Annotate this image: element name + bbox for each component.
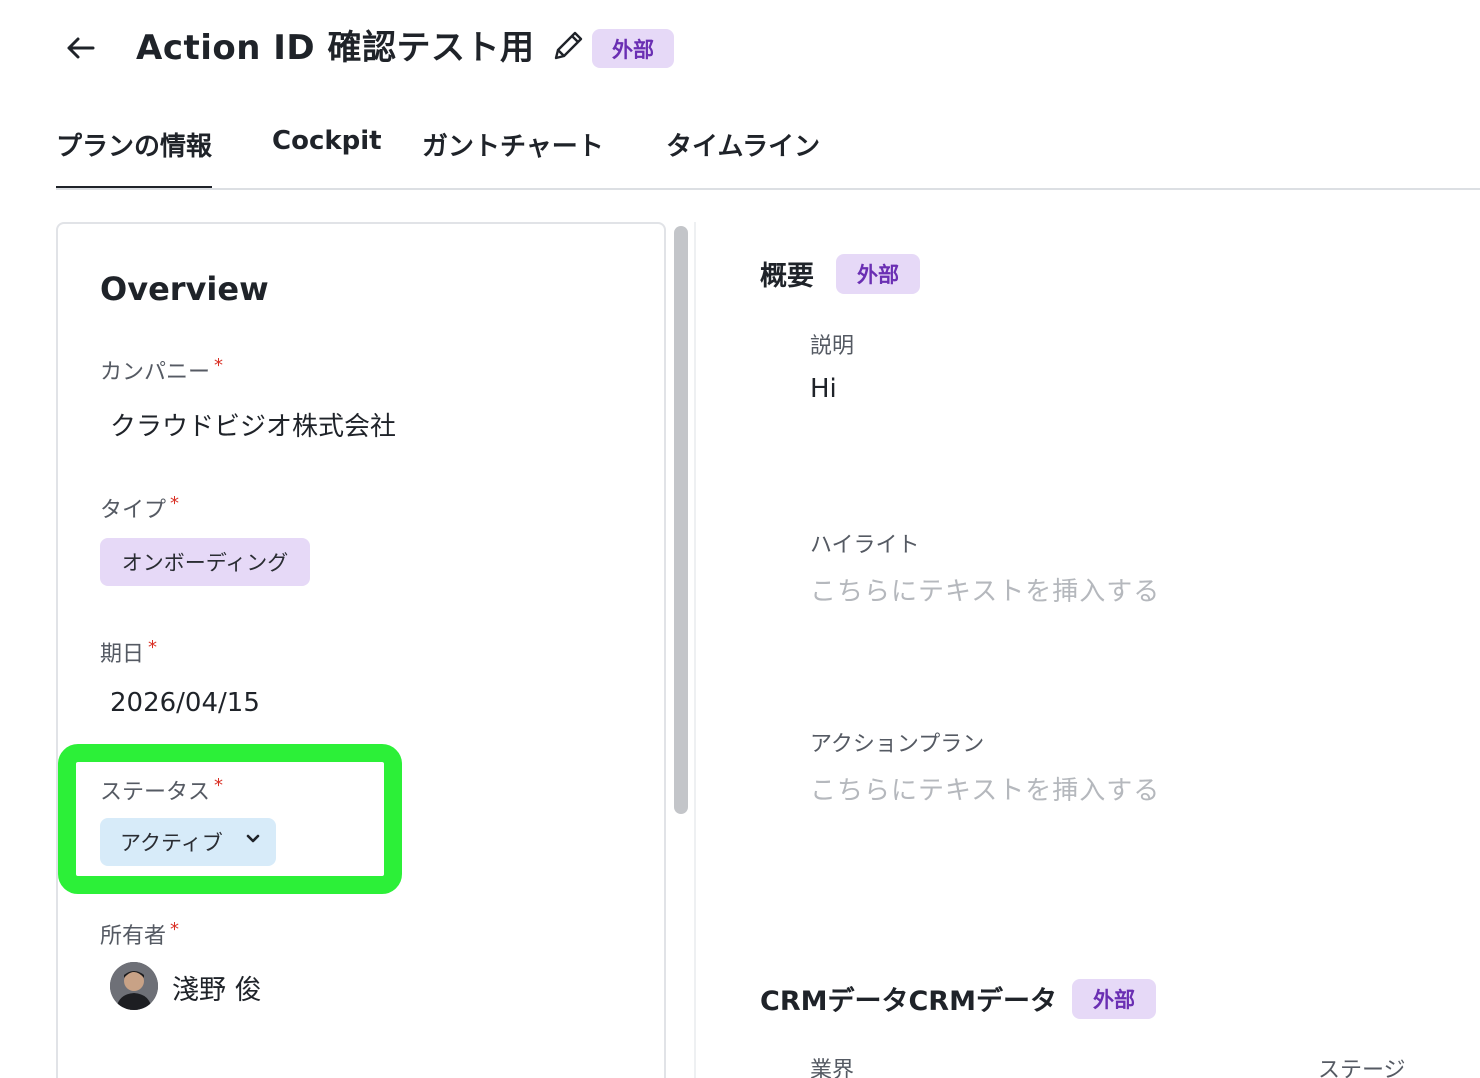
scrollbar[interactable] [674, 226, 692, 1078]
company-label: カンパニー * [100, 355, 224, 385]
required-mark: * [214, 355, 224, 376]
type-label: タイプ * [100, 493, 180, 523]
company-value[interactable]: クラウドビジオ株式会社 [110, 406, 396, 443]
tab-timeline[interactable]: タイムライン [666, 126, 820, 182]
external-badge: 外部 [1072, 979, 1156, 1019]
arrow-left-icon [67, 37, 95, 59]
due-date-value[interactable]: 2026/04/15 [110, 688, 260, 718]
stage-label: ステージ [1318, 1058, 1406, 1078]
chevron-down-icon [246, 834, 260, 843]
overview-card: Overview カンパニー * クラウドビジオ株式会社 タイプ * オンボーディン… [56, 222, 666, 1078]
tab-divider [56, 188, 1480, 190]
page-title: Action ID 確認テスト用 [136, 28, 535, 68]
highlight-label: ハイライト [810, 533, 920, 558]
required-mark: * [170, 919, 180, 940]
summary-title: 概要 [760, 261, 814, 292]
owner-name[interactable]: 淺野 俊 [172, 968, 262, 1007]
action-plan-input[interactable]: こちらにテキストを挿入する [810, 770, 1160, 807]
tab-cockpit[interactable]: Cockpit [272, 126, 382, 182]
pencil-icon [554, 31, 583, 60]
back-button[interactable] [60, 30, 100, 66]
required-mark: * [148, 637, 158, 658]
crm-title: CRMデータCRMデータ [760, 986, 1057, 1017]
status-label: ステータス * [100, 775, 224, 805]
action-plan-label: アクションプラン [810, 732, 985, 757]
external-badge: 外部 [592, 29, 674, 68]
tab-plan-info[interactable]: プランの情報 [56, 126, 213, 190]
overview-title: Overview [100, 270, 269, 308]
tab-bar: プランの情報 Cockpit ガントチャート タイムライン [0, 118, 1480, 190]
type-chip[interactable]: オンボーディング [100, 538, 310, 586]
highlight-input[interactable]: こちらにテキストを挿入する [810, 571, 1160, 608]
tab-gantt-chart[interactable]: ガントチャート [422, 126, 604, 182]
description-label: 説明 [810, 334, 855, 359]
plan-detail-page: Action ID 確認テスト用 外部 プランの情報 Cockpit ガントチャ… [0, 0, 1480, 1078]
avatar [110, 962, 158, 1010]
external-badge: 外部 [836, 254, 920, 294]
owner-label: 所有者 * [100, 919, 180, 949]
industry-label: 業界 [810, 1058, 855, 1078]
status-value: アクティブ [120, 831, 223, 855]
description-value[interactable]: Hi [810, 374, 837, 404]
due-date-label: 期日 * [100, 637, 158, 667]
panel-divider [694, 222, 696, 1078]
edit-title-button[interactable] [548, 26, 588, 66]
required-mark: * [170, 493, 180, 514]
required-mark: * [214, 775, 224, 796]
scrollbar-thumb[interactable] [674, 226, 688, 814]
status-dropdown[interactable]: アクティブ [100, 818, 276, 866]
